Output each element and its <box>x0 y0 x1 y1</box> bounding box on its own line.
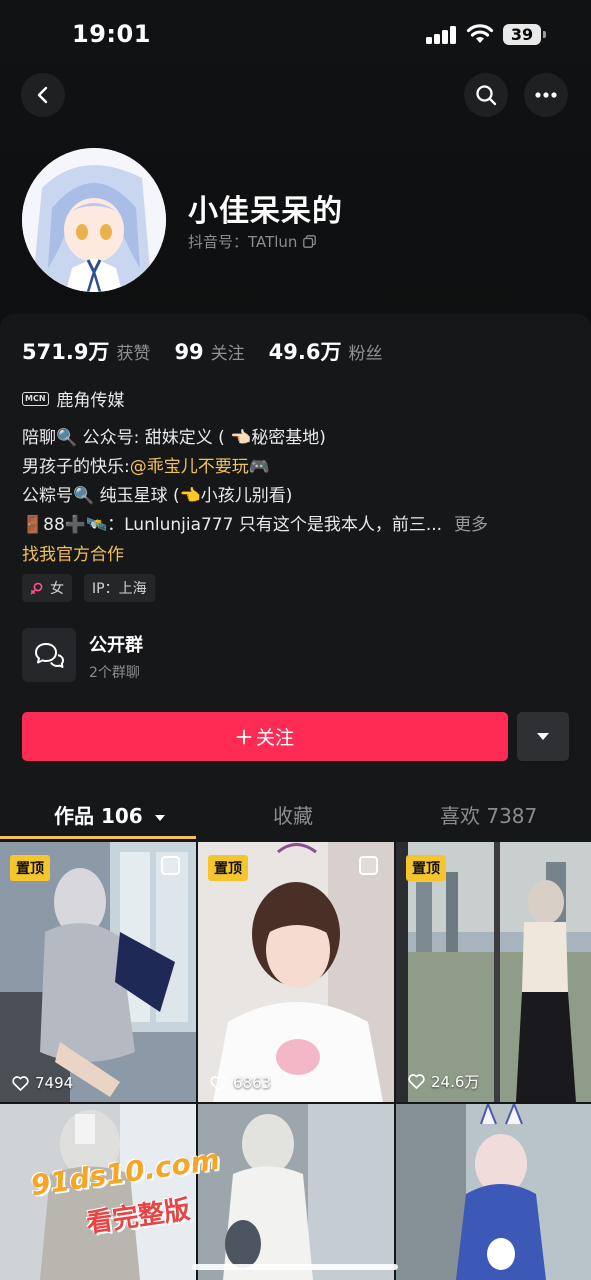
like-count: 24.6万 <box>408 1071 479 1092</box>
more-options-button[interactable] <box>524 73 568 117</box>
video-thumbnail-3[interactable]: 置顶 24.6万 <box>396 842 591 1102</box>
stats-row: 571.9万 获赞 99 关注 49.6万 粉丝 <box>22 336 407 366</box>
caret-down-icon <box>154 814 165 821</box>
follow-label: 关注 <box>255 727 294 749</box>
follow-dropdown-button[interactable] <box>517 712 569 761</box>
display-name: 小佳呆呆的 <box>188 194 343 229</box>
plus-icon <box>236 729 252 744</box>
battery-indicator: 39 <box>503 24 546 45</box>
chat-group-icon <box>35 643 64 668</box>
following-count[interactable]: 99 <box>174 340 203 364</box>
like-count-text: 6863 <box>233 1074 272 1092</box>
heart-icon <box>12 1075 29 1091</box>
bio-more-link[interactable]: 更多 <box>454 515 488 535</box>
like-count-text: 7494 <box>35 1074 74 1092</box>
group-icon-box[interactable] <box>22 628 76 682</box>
tab-favorites[interactable]: 收藏 <box>273 800 313 829</box>
status-bar: 19:01 39 <box>0 0 591 70</box>
bio-line-4-text: 🚪88➕🛰️：Lunlunjia777 只有这个是我本人，前三... <box>22 515 443 535</box>
caret-down-icon <box>537 733 549 740</box>
tab-likes[interactable]: 喜欢 7387 <box>440 800 537 829</box>
pinned-badge: 置顶 <box>208 855 248 881</box>
followers-label[interactable]: 粉丝 <box>349 339 383 364</box>
bio-line-2-suffix: 🎮 <box>248 457 270 477</box>
bio-line-3: 公粽号🔍 纯玉星球 (👈小孩儿别看) <box>22 486 293 506</box>
like-count-text: 24.6万 <box>431 1073 480 1091</box>
group-title[interactable]: 公开群 <box>89 631 143 657</box>
mcn-name: 鹿角传媒 <box>56 391 125 411</box>
mention-link[interactable]: @乖宝儿不要玩 <box>130 457 249 477</box>
ip-location-tag: IP：上海 <box>84 574 155 602</box>
copy-icon[interactable] <box>303 235 317 248</box>
douyin-id-text: 抖音号：TATlun <box>188 233 298 251</box>
thumbnail-image <box>198 842 394 1102</box>
video-thumbnail-2[interactable]: 置顶 6863 <box>198 842 394 1102</box>
search-icon <box>476 85 497 106</box>
cellular-signal-icon <box>426 26 458 44</box>
following-label[interactable]: 关注 <box>211 339 245 364</box>
wifi-icon <box>466 24 494 43</box>
search-button[interactable] <box>464 73 508 117</box>
bio-line-2-prefix: 男孩子的快乐: <box>22 457 130 477</box>
thumbnail-image <box>396 842 591 1102</box>
heart-icon <box>210 1075 227 1091</box>
likes-count: 571.9万 <box>22 340 110 364</box>
select-checkbox[interactable] <box>161 856 180 875</box>
tab-works[interactable]: 作品 106 <box>54 800 166 829</box>
followers-count[interactable]: 49.6万 <box>269 336 342 366</box>
pinned-badge: 置顶 <box>406 855 446 881</box>
thumbnail-image <box>198 1104 394 1280</box>
thumbnail-image <box>396 1104 591 1280</box>
female-icon <box>30 582 43 595</box>
mcn-icon: MCN <box>22 391 49 406</box>
bio-line-2: 男孩子的快乐:@乖宝儿不要玩🎮 <box>22 452 270 477</box>
video-thumbnail-5[interactable] <box>198 1104 394 1280</box>
status-time: 19:01 <box>72 20 151 48</box>
bio-line-4: 🚪88➕🛰️：Lunlunjia777 只有这个是我本人，前三... 更多 <box>22 510 488 535</box>
mcn-row[interactable]: MCN 鹿角传媒 <box>22 386 125 411</box>
home-indicator <box>192 1264 398 1270</box>
content-tabs: 作品 106 收藏 喜欢 7387 <box>0 790 591 840</box>
tab-works-label: 作品 106 <box>54 804 143 828</box>
active-tab-indicator <box>0 836 196 839</box>
douyin-id[interactable]: 抖音号：TATlun <box>188 231 317 252</box>
bio-line-1: 陪聊🔍 公众号: 甜妹定义 ( 👈🏻秘密基地) <box>22 428 326 448</box>
heart-icon <box>408 1074 425 1089</box>
group-subtitle: 2个群聊 <box>89 665 140 681</box>
follow-button[interactable]: 关注 <box>22 712 508 761</box>
gender-text: 女 <box>50 581 64 597</box>
back-arrow-icon <box>37 86 48 104</box>
pinned-badge: 置顶 <box>10 855 50 881</box>
video-thumbnail-1[interactable]: 置顶 7494 <box>0 842 196 1102</box>
ellipsis-icon <box>535 92 557 98</box>
avatar[interactable] <box>22 148 166 292</box>
select-checkbox[interactable] <box>359 856 378 875</box>
like-count: 7494 <box>12 1074 73 1092</box>
like-count: 6863 <box>210 1074 271 1092</box>
avatar-illustration <box>22 148 166 292</box>
gender-tag: 女 <box>22 574 72 602</box>
thumbnail-image <box>0 842 196 1102</box>
official-cooperation-link[interactable]: 找我官方合作 <box>22 540 124 565</box>
likes-label: 获赞 <box>116 344 151 364</box>
video-thumbnail-6[interactable] <box>396 1104 591 1280</box>
back-button[interactable] <box>21 73 65 117</box>
